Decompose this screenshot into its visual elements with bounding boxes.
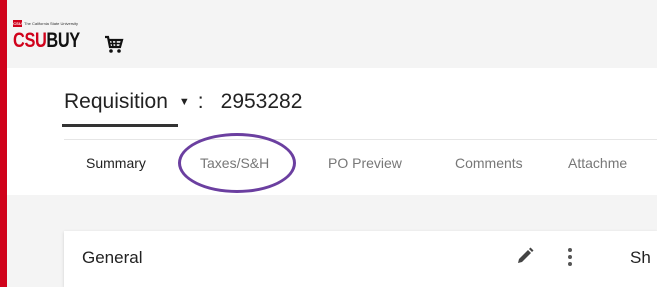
general-card: General Sh: [64, 231, 657, 287]
requisition-header: Requisition ▼ : 2953282 Summary Taxes/S&…: [7, 68, 657, 195]
university-line: The California State University: [24, 21, 79, 26]
header-divider: [64, 139, 657, 140]
requisition-number: 2953282: [220, 90, 303, 113]
pencil-icon[interactable]: [516, 247, 534, 265]
tab-comments[interactable]: Comments: [455, 155, 523, 171]
left-accent-bar: [0, 0, 7, 287]
shopping-cart-icon: [105, 35, 124, 53]
title-separator: :: [197, 90, 204, 113]
tab-taxes-sh[interactable]: Taxes/S&H: [200, 155, 269, 171]
csu-badge: CSU: [13, 20, 22, 27]
caret-down-icon[interactable]: ▼: [179, 96, 190, 108]
tab-po-preview[interactable]: PO Preview: [328, 155, 402, 171]
logo-csu: CSU: [13, 29, 47, 52]
shipping-card-title: Sh: [630, 248, 651, 267]
logo-wordmark: CSUBUY: [13, 30, 80, 52]
active-tab-indicator: [62, 124, 178, 127]
logo-buy: BUY: [46, 29, 80, 52]
requisition-title: Requisition: [64, 90, 168, 113]
tab-attachments[interactable]: Attachme: [568, 155, 627, 171]
card-title: General: [82, 248, 143, 267]
more-vertical-icon[interactable]: [567, 247, 573, 267]
tab-summary[interactable]: Summary: [86, 155, 146, 171]
requisition-title-row: Requisition ▼ : 2953282: [64, 90, 302, 114]
